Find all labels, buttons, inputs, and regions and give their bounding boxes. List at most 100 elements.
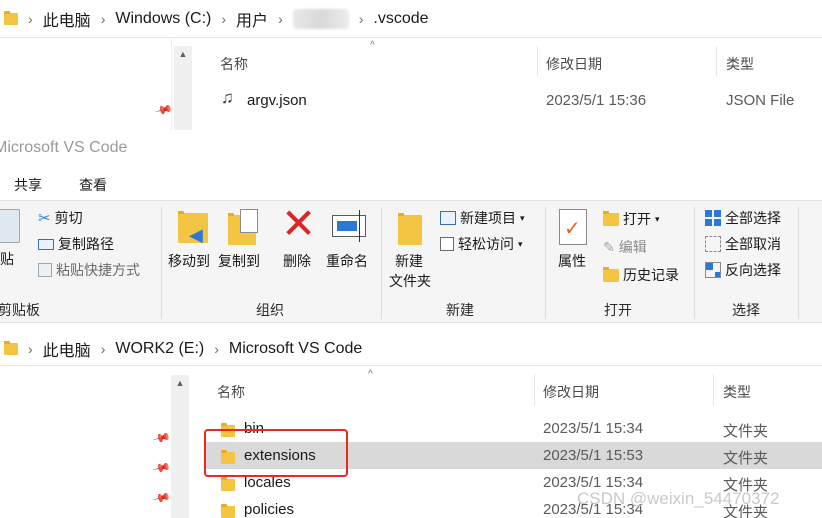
paste-shortcut-button[interactable]: 粘贴快捷方式 xyxy=(38,260,140,280)
open-folder-icon xyxy=(603,210,619,226)
column-name-header[interactable]: 名称 xyxy=(220,54,248,74)
column-type-header[interactable]: 类型 xyxy=(723,382,751,402)
copy-path-button[interactable]: 复制路径 xyxy=(38,234,114,254)
group-divider xyxy=(798,207,799,319)
clipboard-group-label: 剪贴板 xyxy=(0,302,40,318)
sort-ascending-icon: ^ xyxy=(370,40,375,51)
edit-button[interactable]: ✎ 编辑 xyxy=(603,237,647,257)
select-all-icon xyxy=(705,210,721,226)
top-navigation-pane: 📌 xyxy=(0,39,174,130)
chevron-right-icon: › xyxy=(100,11,106,27)
breadcrumb-vscode-folder[interactable]: Microsoft VS Code xyxy=(229,340,362,358)
file-type: 文件夹 xyxy=(723,450,769,467)
column-divider[interactable] xyxy=(537,46,538,76)
breadcrumb-this-pc[interactable]: 此电脑 xyxy=(43,337,91,361)
copy-to-button[interactable]: 复制到 xyxy=(218,251,260,271)
move-to-button[interactable]: 移动到 xyxy=(168,251,210,271)
chevron-right-icon: › xyxy=(221,11,227,27)
top-address-bar[interactable]: › 此电脑 › Windows (C:) › 用户 › › .vscode xyxy=(0,0,822,38)
column-name-header[interactable]: 名称 xyxy=(217,382,245,402)
invert-selection-label: 反向选择 xyxy=(725,262,781,278)
title-bar: Microsoft VS Code xyxy=(0,130,822,166)
column-divider[interactable] xyxy=(716,46,717,76)
organize-group-label: 组织 xyxy=(256,302,284,318)
tab-share[interactable]: 共享 xyxy=(14,175,42,195)
copy-to-icon xyxy=(226,207,266,247)
file-type: JSON File xyxy=(726,92,795,109)
scroll-up-arrow-icon[interactable]: ▲ xyxy=(174,46,192,62)
move-to-icon: ◀ xyxy=(175,207,213,247)
breadcrumb-vscode[interactable]: .vscode xyxy=(373,10,428,28)
properties-button[interactable]: 属性 xyxy=(558,251,586,271)
top-scrollbar[interactable]: ▲ xyxy=(174,46,192,130)
chevron-right-icon: › xyxy=(28,11,33,27)
dropdown-arrow-icon: ▾ xyxy=(518,238,523,249)
chevron-right-icon: › xyxy=(100,341,106,357)
copy-path-icon xyxy=(38,238,54,250)
chevron-right-icon: › xyxy=(358,11,364,27)
column-divider[interactable] xyxy=(534,374,535,406)
select-all-button[interactable]: 全部选择 xyxy=(705,208,781,228)
column-date-header[interactable]: 修改日期 xyxy=(546,54,602,74)
open-group-label: 打开 xyxy=(604,302,632,318)
history-icon xyxy=(603,266,619,282)
paste-button[interactable]: 贴 xyxy=(0,249,14,269)
new-folder-icon xyxy=(396,209,424,245)
csdn-watermark: CSDN @weixin_54470372 xyxy=(577,489,780,508)
ribbon-toolbar: 贴 ✂ 剪切 复制路径 粘贴快捷方式 剪贴板 ◀ 移动到 复制到 ✕ 删除 重命… xyxy=(0,200,822,323)
pin-icon: 📌 xyxy=(151,488,172,508)
file-name[interactable]: policies xyxy=(244,501,294,518)
invert-selection-button[interactable]: 反向选择 xyxy=(705,260,781,280)
chevron-right-icon: › xyxy=(28,341,33,357)
breadcrumb-drive[interactable]: Windows (C:) xyxy=(115,10,211,28)
new-folder-label-line1[interactable]: 新建 xyxy=(395,251,423,271)
properties-icon: ✓ xyxy=(559,209,587,245)
new-item-button[interactable]: 新建项目 ▾ xyxy=(440,208,525,228)
easy-access-button[interactable]: 轻松访问 ▾ xyxy=(440,234,523,254)
rename-icon xyxy=(332,210,366,242)
dropdown-arrow-icon: ▾ xyxy=(520,212,525,223)
history-label: 历史记录 xyxy=(623,267,679,283)
delete-button[interactable]: 删除 xyxy=(283,251,311,271)
new-group-label: 新建 xyxy=(446,302,474,318)
breadcrumb-users[interactable]: 用户 xyxy=(236,7,268,31)
json-file-icon: ♫ xyxy=(221,88,234,107)
edit-pencil-icon: ✎ xyxy=(603,238,615,255)
folder-icon xyxy=(4,11,18,25)
select-none-button[interactable]: 全部取消 xyxy=(705,234,781,254)
cut-button[interactable]: ✂ 剪切 xyxy=(38,208,83,228)
group-divider xyxy=(545,207,546,319)
file-row[interactable]: ♫ argv.json 2023/5/1 15:36 JSON File xyxy=(205,86,822,114)
easy-access-icon xyxy=(440,237,454,251)
dropdown-arrow-icon: ▾ xyxy=(655,213,660,224)
scroll-up-arrow-icon[interactable]: ▲ xyxy=(171,375,189,391)
file-date: 2023/5/1 15:53 xyxy=(543,447,644,464)
breadcrumb-drive[interactable]: WORK2 (E:) xyxy=(115,340,204,358)
group-divider xyxy=(694,207,695,319)
sort-ascending-icon: ^ xyxy=(368,369,373,380)
column-date-header[interactable]: 修改日期 xyxy=(543,382,599,402)
file-date: 2023/5/1 15:36 xyxy=(546,92,647,109)
bottom-scrollbar[interactable]: ▲ xyxy=(171,375,189,518)
history-button[interactable]: 历史记录 xyxy=(603,265,679,285)
open-button[interactable]: 打开 ▾ xyxy=(603,209,660,229)
copy-path-label: 复制路径 xyxy=(58,236,114,252)
file-name[interactable]: argv.json xyxy=(247,92,307,109)
edit-label: 编辑 xyxy=(618,239,647,255)
new-folder-label-line2[interactable]: 文件夹 xyxy=(389,271,431,291)
folder-icon xyxy=(221,477,235,491)
column-type-header[interactable]: 类型 xyxy=(726,54,754,74)
highlight-annotation-box xyxy=(204,429,348,477)
rename-button[interactable]: 重命名 xyxy=(326,251,368,271)
pin-icon: 📌 xyxy=(153,100,174,120)
breadcrumb-this-pc[interactable]: 此电脑 xyxy=(43,7,91,31)
chevron-right-icon: › xyxy=(214,341,219,357)
pin-icon: 📌 xyxy=(151,428,172,448)
new-item-label: 新建项目 xyxy=(460,210,516,226)
tab-view[interactable]: 查看 xyxy=(79,175,107,195)
bottom-address-bar[interactable]: › 此电脑 › WORK2 (E:) › Microsoft VS Code xyxy=(0,330,822,366)
column-divider[interactable] xyxy=(713,374,714,406)
paste-shortcut-label: 粘贴快捷方式 xyxy=(56,262,140,278)
select-group-label: 选择 xyxy=(732,302,760,318)
select-none-icon xyxy=(705,236,721,252)
